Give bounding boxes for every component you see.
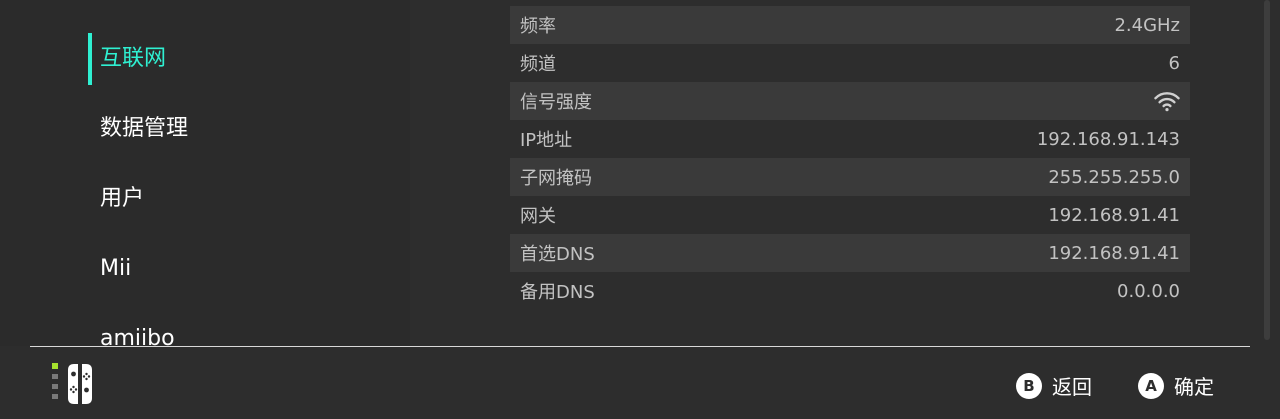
content-scrollbar[interactable]: [1264, 0, 1270, 340]
row-value: 192.168.91.41: [1048, 242, 1180, 264]
row-label: 频率: [520, 16, 556, 37]
back-hint[interactable]: B 返回: [1016, 371, 1092, 400]
footer-bar: B 返回 A 确定: [0, 347, 1280, 419]
network-info-table: 频率 2.4GHz 频道 6 信号强度 IP地址 192.168.91.143 …: [510, 6, 1190, 310]
row-label: 频道: [520, 54, 556, 75]
wifi-signal-icon: [1154, 90, 1180, 112]
row-label: 备用DNS: [520, 282, 595, 303]
info-row-primary-dns: 首选DNS 192.168.91.41: [510, 234, 1190, 272]
info-row-secondary-dns: 备用DNS 0.0.0.0: [510, 272, 1190, 310]
info-row-frequency: 频率 2.4GHz: [510, 6, 1190, 44]
network-info-panel: 频率 2.4GHz 频道 6 信号强度 IP地址 192.168.91.143 …: [410, 0, 1280, 346]
row-value: 6: [1168, 52, 1180, 74]
info-row-gateway: 网关 192.168.91.41: [510, 196, 1190, 234]
info-row-channel: 频道 6: [510, 44, 1190, 82]
sidebar-item-mii[interactable]: Mii: [100, 254, 131, 284]
row-label: 首选DNS: [520, 244, 595, 265]
back-label: 返回: [1052, 375, 1092, 399]
row-value: 255.255.255.0: [1048, 166, 1180, 188]
sidebar-item-internet[interactable]: 互联网: [100, 44, 166, 74]
info-row-ip-address: IP地址 192.168.91.143: [510, 120, 1190, 158]
confirm-label: 确定: [1174, 375, 1214, 399]
row-label: 信号强度: [520, 92, 592, 113]
settings-sidebar: 互联网 数据管理 用户 Mii amiibo: [0, 0, 410, 346]
system-settings-screen: 互联网 数据管理 用户 Mii amiibo 频率 2.4GHz 频道 6 信号…: [0, 0, 1280, 419]
confirm-hint[interactable]: A 确定: [1138, 371, 1214, 400]
sidebar-item-users[interactable]: 用户: [100, 184, 144, 214]
selected-item-indicator: [88, 33, 92, 85]
row-label: 网关: [520, 206, 556, 227]
row-label: IP地址: [520, 130, 573, 151]
info-row-subnet-mask: 子网掩码 255.255.255.0: [510, 158, 1190, 196]
joycon-controller-icon: [52, 363, 92, 404]
row-value: 192.168.91.41: [1048, 204, 1180, 226]
b-button-icon: B: [1016, 372, 1042, 399]
row-value: 192.168.91.143: [1036, 128, 1180, 150]
row-label: 子网掩码: [520, 168, 592, 189]
a-button-icon: A: [1138, 372, 1164, 399]
row-value: 2.4GHz: [1114, 14, 1180, 36]
sidebar-item-amiibo[interactable]: amiibo: [100, 324, 175, 346]
sidebar-item-data-management[interactable]: 数据管理: [100, 114, 188, 144]
row-value: 0.0.0.0: [1117, 280, 1180, 302]
info-row-signal-strength: 信号强度: [510, 82, 1190, 120]
